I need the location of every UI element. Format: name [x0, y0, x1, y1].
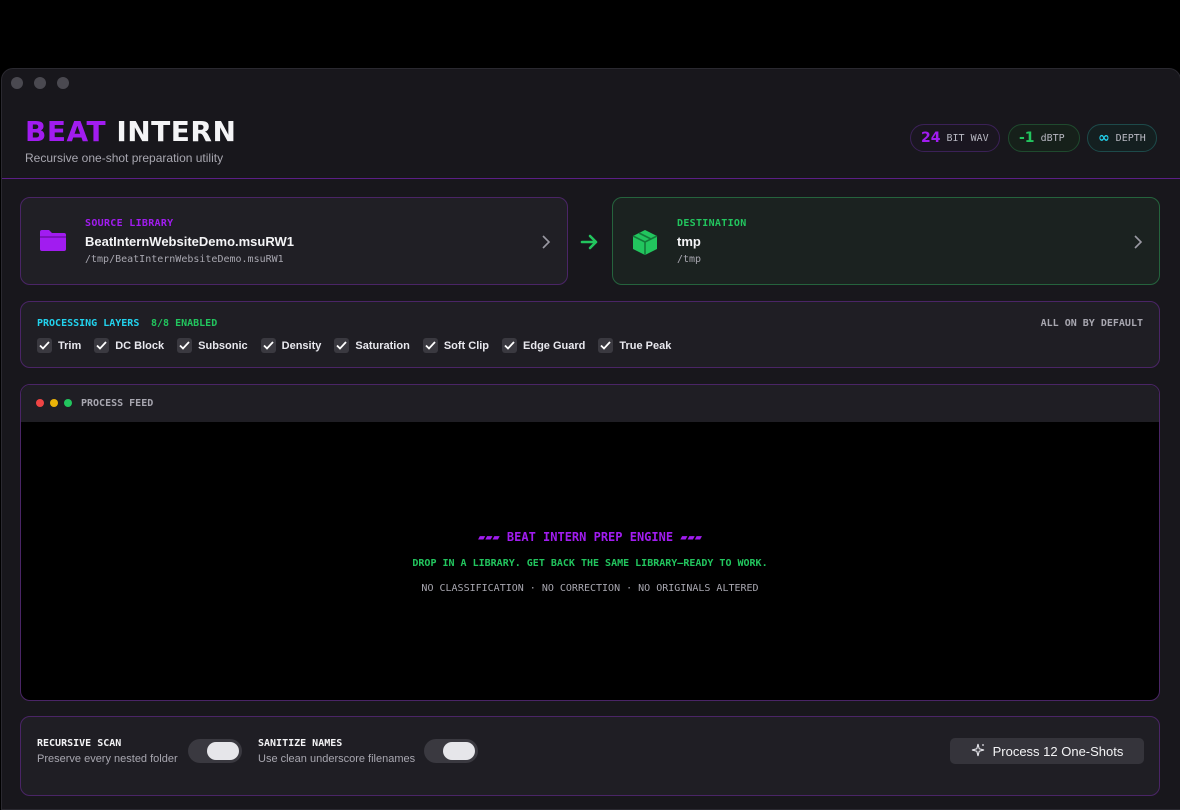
- depth-label: DEPTH: [1115, 132, 1146, 144]
- layer-checkbox-soft-clip[interactable]: Soft Clip: [422, 338, 490, 353]
- true-peak-badge: -1 dBTP: [1008, 124, 1080, 152]
- depth-value: ∞: [1098, 130, 1110, 146]
- true-peak-value: -1: [1019, 130, 1035, 146]
- green-dot-icon: [64, 399, 72, 407]
- recursive-scan-title: RECURSIVE SCAN: [37, 738, 122, 749]
- layer-checkbox-trim[interactable]: Trim: [37, 338, 81, 353]
- layer-checkbox-dc-block[interactable]: DC Block: [94, 338, 164, 353]
- minimize-window-button[interactable]: [34, 77, 46, 89]
- destination-card[interactable]: DESTINATION tmp /tmp: [612, 197, 1160, 285]
- bit-depth-value: 24: [921, 130, 941, 146]
- source-path: /tmp/BeatInternWebsiteDemo.msuRW1: [85, 254, 284, 265]
- layer-label: Trim: [58, 339, 82, 352]
- checkmark-icon: [502, 338, 518, 353]
- toggle-knob: [443, 742, 475, 760]
- sanitize-names-toggle[interactable]: [424, 739, 478, 763]
- arrow-right-icon: [580, 233, 600, 256]
- app-logo: BEAT INTERN: [25, 117, 236, 147]
- engine-guarantees: NO CLASSIFICATION · NO CORRECTION · NO O…: [421, 583, 759, 594]
- destination-path: /tmp: [677, 254, 702, 265]
- layer-label: True Peak: [619, 339, 672, 352]
- layer-checkboxes: Trim DC Block Subsonic Density Saturatio…: [37, 338, 671, 353]
- processing-layers-label: PROCESSING LAYERS: [37, 318, 140, 329]
- checkmark-icon: [37, 338, 52, 353]
- chevron-right-icon: [541, 235, 551, 254]
- recursive-scan-desc: Preserve every nested folder: [37, 753, 178, 765]
- source-kicker: SOURCE LIBRARY: [85, 218, 174, 229]
- zoom-window-button[interactable]: [57, 77, 69, 89]
- bit-depth-label: BIT WAV: [946, 132, 989, 144]
- checkmark-icon: [422, 338, 438, 353]
- checkmark-icon: [334, 338, 350, 353]
- process-feed-panel: PROCESS FEED ▰▰▰ BEAT INTERN PREP ENGINE…: [20, 384, 1160, 701]
- sanitize-names-desc: Use clean underscore filenames: [258, 753, 416, 765]
- engine-tagline: DROP IN A LIBRARY. GET BACK THE SAME LIB…: [412, 558, 768, 569]
- enabled-count: 8/8 ENABLED: [151, 318, 218, 329]
- checkmark-icon: [94, 338, 110, 353]
- process-feed-header: PROCESS FEED: [21, 385, 1159, 422]
- yellow-dot-icon: [50, 399, 58, 407]
- engine-banner: ▰▰▰ BEAT INTERN PREP ENGINE ▰▰▰: [478, 530, 702, 544]
- layer-label: Soft Clip: [443, 339, 490, 352]
- title-bar: [2, 69, 1180, 99]
- checkmark-icon: [598, 338, 614, 353]
- process-button-label: Process 12 One-Shots: [992, 743, 1124, 759]
- source-name: BeatInternWebsiteDemo.msuRW1: [85, 234, 295, 249]
- bit-depth-badge: 24 BIT WAV: [910, 124, 1000, 152]
- toggle-knob: [207, 742, 239, 760]
- checkmark-icon: [260, 338, 276, 353]
- brand-word-beat: BEAT: [25, 115, 107, 148]
- processing-layers-panel: PROCESSING LAYERS 8/8 ENABLED ALL ON BY …: [20, 301, 1160, 368]
- destination-name: tmp: [677, 234, 701, 249]
- source-library-card[interactable]: SOURCE LIBRARY BeatInternWebsiteDemo.msu…: [20, 197, 568, 285]
- true-peak-label: dBTP: [1040, 132, 1065, 144]
- process-feed-title: PROCESS FEED: [81, 398, 154, 409]
- layer-checkbox-true-peak[interactable]: True Peak: [598, 338, 671, 353]
- brand-word-intern: INTERN: [116, 115, 237, 148]
- chevron-right-icon: [1133, 235, 1143, 254]
- layer-label: Density: [281, 339, 322, 352]
- folder-icon: [39, 228, 67, 257]
- default-note: ALL ON BY DEFAULT: [1040, 318, 1143, 329]
- package-icon: [631, 228, 659, 261]
- destination-kicker: DESTINATION: [677, 218, 747, 229]
- sanitize-names-title: SANITIZE NAMES: [258, 738, 343, 749]
- red-dot-icon: [36, 399, 44, 407]
- layer-label: Edge Guard: [523, 339, 586, 352]
- depth-badge: ∞ DEPTH: [1087, 124, 1157, 152]
- layer-label: Saturation: [355, 339, 410, 352]
- app-header: BEAT INTERN Recursive one-shot preparati…: [2, 99, 1180, 179]
- recursive-scan-toggle[interactable]: [188, 739, 242, 763]
- app-subtitle: Recursive one-shot preparation utility: [25, 151, 224, 165]
- layer-label: DC Block: [115, 339, 165, 352]
- layer-label: Subsonic: [198, 339, 248, 352]
- close-window-button[interactable]: [11, 77, 23, 89]
- layer-checkbox-edge-guard[interactable]: Edge Guard: [502, 338, 585, 353]
- checkmark-icon: [177, 338, 193, 353]
- layer-checkbox-subsonic[interactable]: Subsonic: [177, 338, 248, 353]
- layer-checkbox-saturation[interactable]: Saturation: [334, 338, 410, 353]
- options-bar: RECURSIVE SCAN Preserve every nested fol…: [20, 716, 1160, 796]
- sparkle-icon: [971, 743, 985, 760]
- process-button[interactable]: Process 12 One-Shots: [950, 738, 1144, 764]
- layer-checkbox-density[interactable]: Density: [260, 338, 322, 353]
